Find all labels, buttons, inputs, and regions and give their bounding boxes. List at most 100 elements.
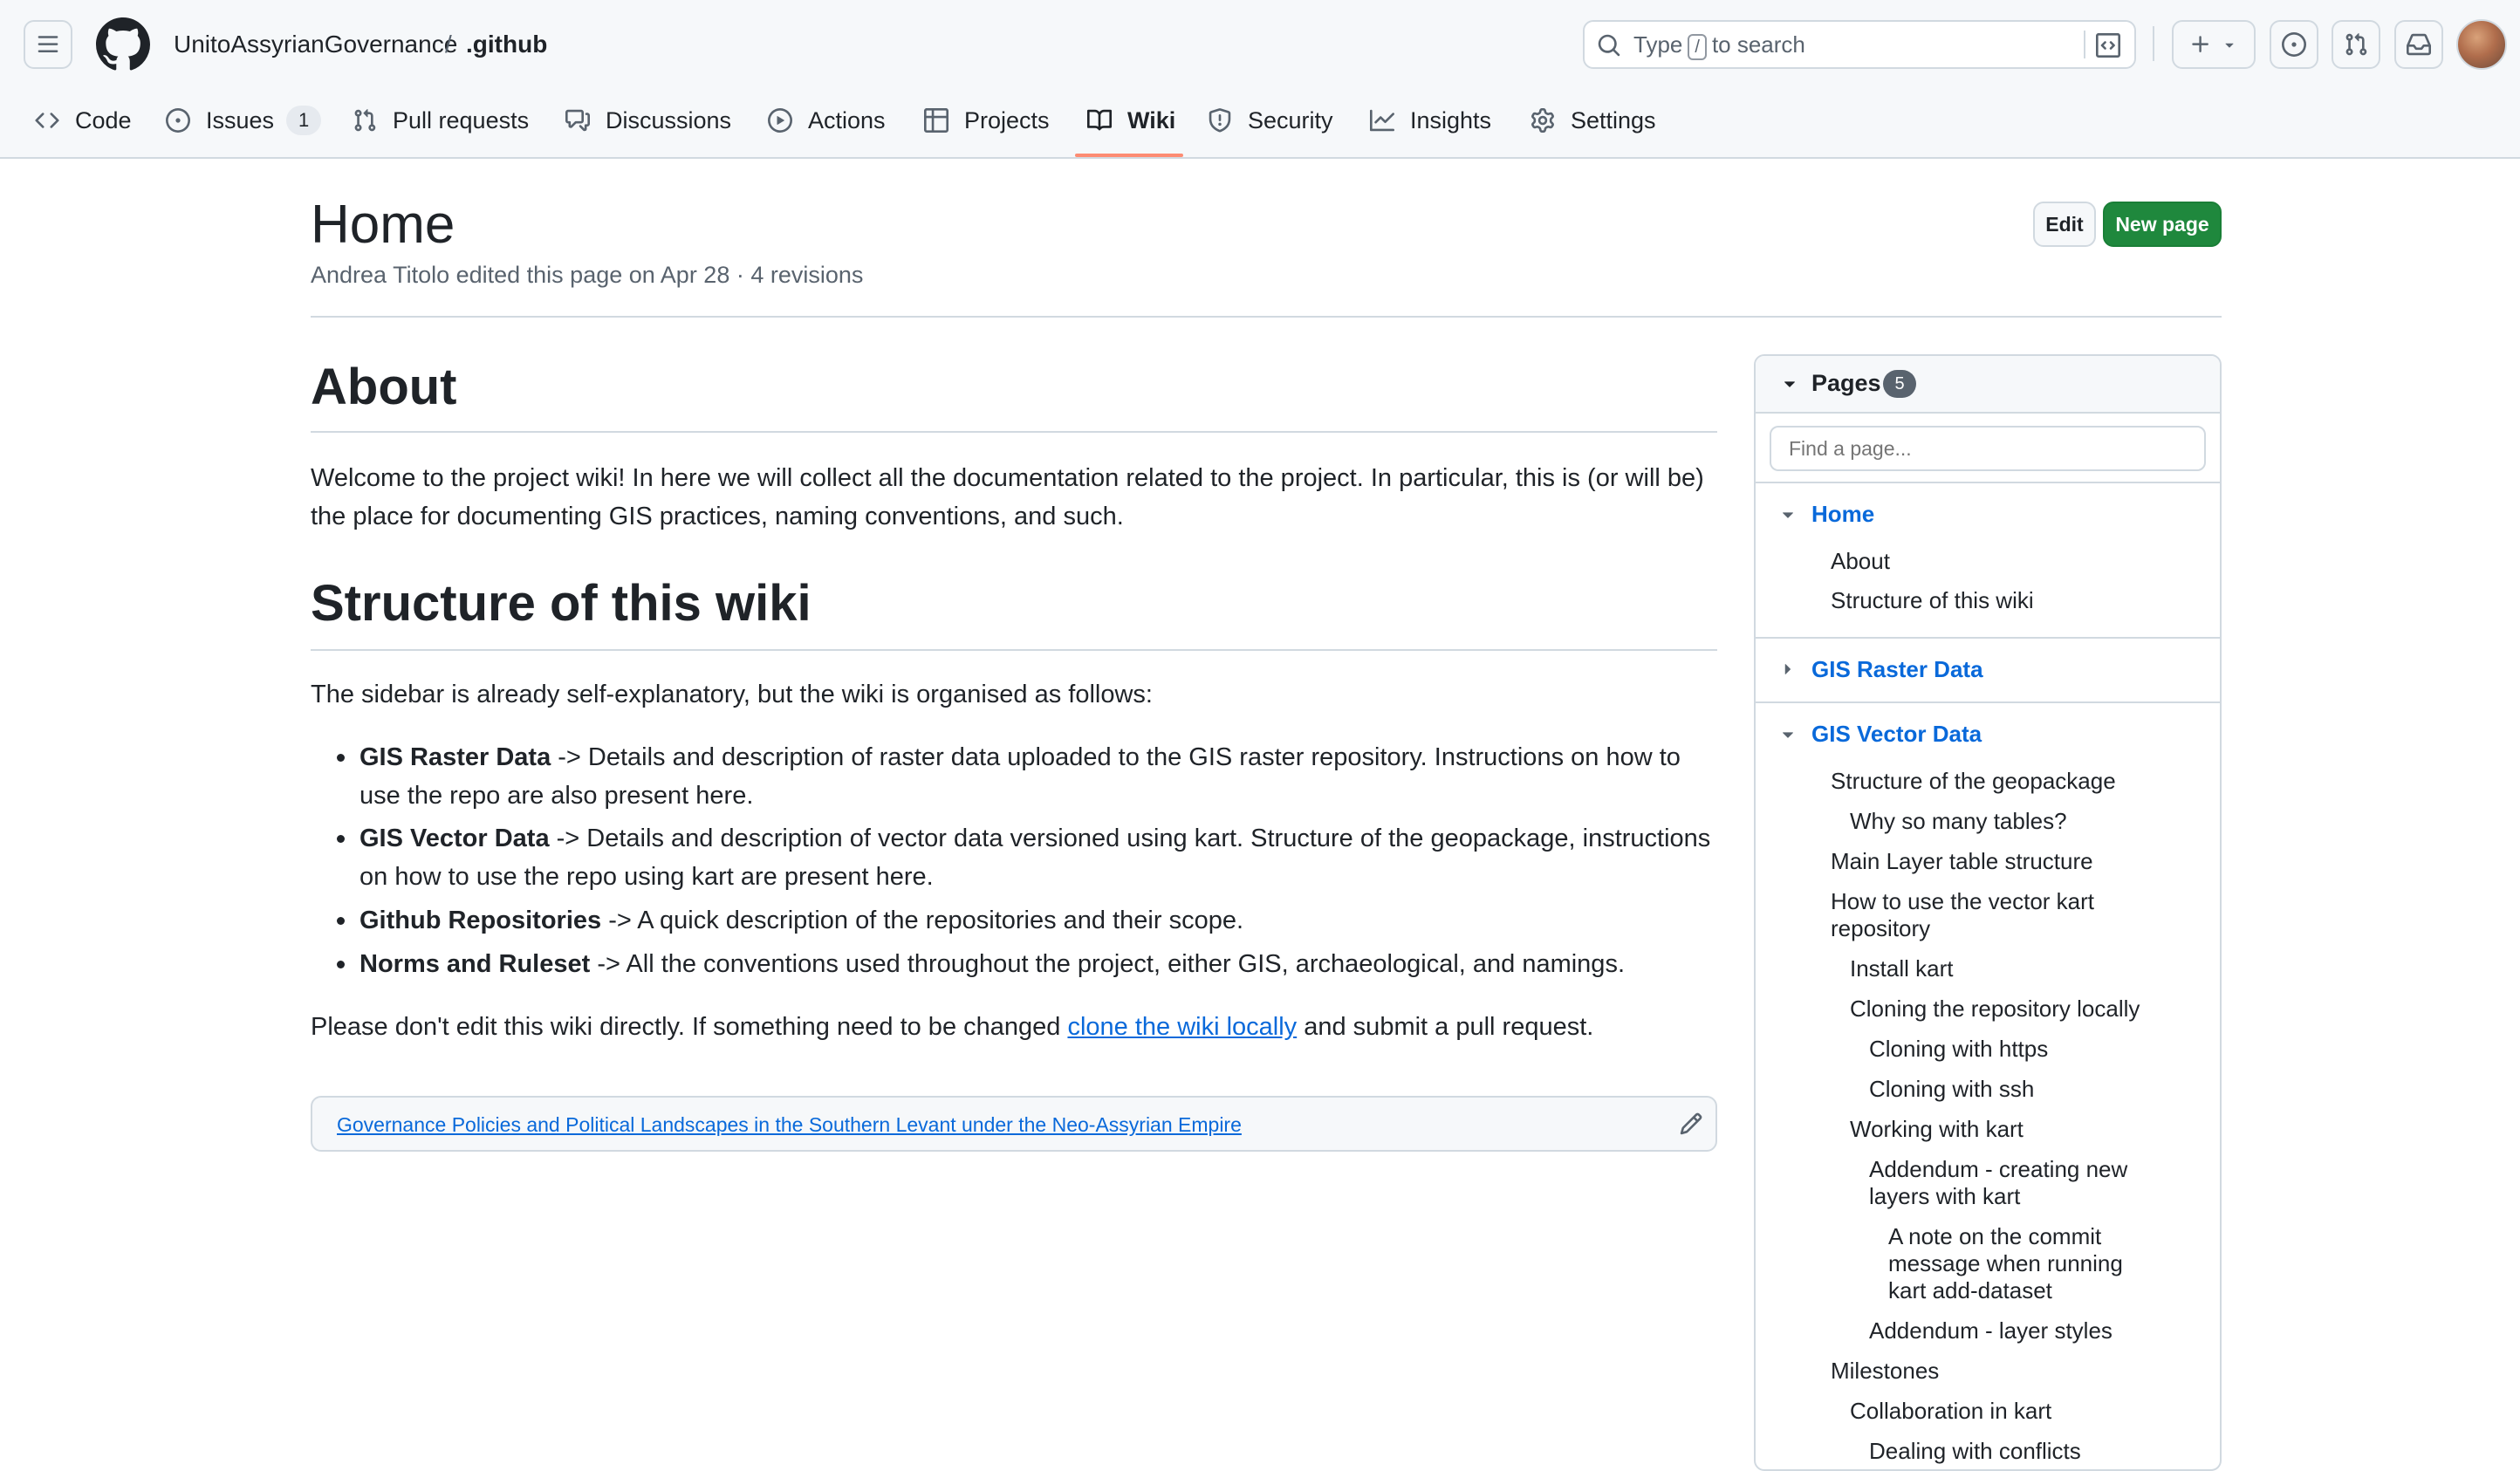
github-logo-icon[interactable] [96, 17, 150, 72]
footer-link[interactable]: Governance Policies and Political Landsc… [337, 1112, 1242, 1138]
tab-actions-label: Actions [808, 106, 886, 133]
create-new-button[interactable] [2172, 20, 2256, 69]
edit-note-before: Please don't edit this wiki directly. If… [311, 1013, 1068, 1041]
clone-wiki-link[interactable]: clone the wiki locally [1067, 1013, 1297, 1041]
command-palette-icon[interactable] [2096, 33, 2120, 58]
sidebar-section-link[interactable]: Milestones [1831, 1358, 1939, 1385]
issue-opened-icon [2282, 32, 2306, 57]
comment-discussion-icon [565, 109, 590, 132]
tab-security[interactable]: Security [1208, 101, 1333, 140]
tab-projects-label: Projects [964, 106, 1050, 133]
triangle-down-icon [1784, 381, 1795, 387]
sidebar-page-gis-raster[interactable]: GIS Raster Data [1811, 654, 1983, 684]
git-pull-request-icon [354, 109, 376, 132]
repo-name-link[interactable]: .github [466, 30, 547, 59]
list-bullet [337, 835, 345, 843]
list-bullet [337, 917, 345, 925]
sidebar-intro-paragraph: The sidebar is already self-explanatory,… [311, 681, 1153, 708]
tab-insights[interactable]: Insights [1370, 101, 1491, 140]
tab-insights-label: Insights [1410, 106, 1492, 133]
graph-icon [1370, 109, 1394, 132]
sidebar-section-link[interactable]: Cloning with ssh [1869, 1076, 2034, 1103]
table-icon [924, 108, 948, 133]
gear-icon [1531, 108, 1554, 133]
tab-discussions[interactable]: Discussions [565, 101, 731, 140]
welcome-paragraph: Welcome to the project wiki! In here we … [311, 464, 1704, 530]
edit-button[interactable]: Edit [2033, 202, 2096, 247]
triangle-right-icon[interactable] [1777, 658, 1799, 681]
inbox-icon [2407, 33, 2431, 56]
list-item-text: -> Details and description of raster dat… [360, 743, 1681, 810]
code-icon [35, 113, 59, 128]
sidebar-section-link[interactable]: Cloning the repository locally [1850, 995, 2140, 1023]
edit-note-paragraph: Please don't edit this wiki directly. If… [311, 1008, 1707, 1046]
tab-projects[interactable]: Projects [924, 101, 1050, 140]
list-item-term: GIS Raster Data [360, 743, 551, 771]
sidebar-section-link[interactable]: Collaboration in kart [1850, 1398, 2051, 1425]
list-bullet [337, 961, 345, 968]
pencil-icon[interactable] [1679, 1112, 1703, 1136]
plus-icon [2192, 36, 2208, 52]
sidebar-section-link[interactable]: Cloning with https [1869, 1036, 2048, 1063]
search-input[interactable]: Type / to search [1583, 20, 2136, 69]
sidebar-section-link[interactable]: About [1831, 548, 1890, 575]
wiki-footer: Governance Policies and Political Landsc… [311, 1096, 1717, 1152]
page-title: Home [311, 195, 455, 255]
sidebar-section-link[interactable]: kart add-dataset [1888, 1277, 2052, 1304]
sidebar-section-link[interactable]: Install kart [1850, 955, 1954, 982]
sidebar-section-link[interactable]: How to use the vector kart [1831, 888, 2094, 915]
sidebar-section-link[interactable]: Working with kart [1850, 1116, 2024, 1143]
edit-note-after: and submit a pull request. [1297, 1013, 1594, 1041]
pages-header[interactable]: Pages 5 [1756, 356, 2220, 414]
tab-pull-requests[interactable]: Pull requests [353, 101, 529, 140]
tab-issues[interactable]: Issues 1 [166, 101, 322, 140]
git-pull-request-icon [2345, 33, 2367, 56]
repo-owner-link[interactable]: UnitoAssyrianGovernance [174, 30, 457, 59]
sidebar-section-link[interactable]: layers with kart [1869, 1183, 2020, 1210]
issue-opened-icon [166, 108, 190, 133]
triangle-down-icon[interactable] [1777, 503, 1799, 525]
avatar[interactable] [2456, 19, 2507, 70]
sidebar-page-gis-vector[interactable]: GIS Vector Data [1811, 719, 1982, 749]
header-divider [2153, 26, 2154, 61]
list-item-text: -> Details and description of vector dat… [360, 824, 1711, 891]
sidebar-section-link[interactable]: Dealing with conflicts [1869, 1438, 2081, 1465]
shield-icon [1209, 108, 1231, 133]
sidebar-section-link[interactable]: Addendum - layer styles [1869, 1317, 2113, 1344]
tab-actions[interactable]: Actions [768, 101, 886, 140]
find-page-input[interactable] [1770, 426, 2206, 471]
sidebar-section-link[interactable]: message when running [1888, 1250, 2123, 1277]
tab-code[interactable]: Code [35, 101, 132, 140]
sidebar-page-home[interactable]: Home [1811, 499, 1874, 529]
tab-settings[interactable]: Settings [1530, 101, 1656, 140]
issues-button[interactable] [2270, 20, 2318, 69]
triangle-down-icon[interactable] [1777, 722, 1799, 745]
sidebar-section-link[interactable]: A note on the commit [1888, 1223, 2101, 1250]
pages-count-badge: 5 [1883, 370, 1916, 398]
tab-discussions-label: Discussions [606, 106, 732, 133]
list-item-term: Github Repositories [360, 907, 602, 934]
sidebar-section-link[interactable]: Structure of this wiki [1831, 587, 2034, 614]
heading-about: About [311, 359, 457, 415]
tab-settings-label: Settings [1571, 106, 1656, 133]
sidebar-section-link[interactable]: Why so many tables? [1850, 808, 2067, 835]
list-item: Github Repositories -> A quick descripti… [337, 901, 1721, 940]
sidebar-section-link[interactable]: Addendum - creating new [1869, 1156, 2127, 1183]
triangle-down-icon [2225, 43, 2234, 48]
search-icon [1598, 34, 1620, 57]
heading-divider [311, 316, 2222, 318]
breadcrumb-separator: / [445, 31, 452, 58]
sidebar-divider [1756, 637, 2220, 639]
list-item: Norms and Ruleset -> All the conventions… [337, 945, 1721, 983]
sidebar-section-link[interactable]: Main Layer table structure [1831, 848, 2093, 875]
tab-wiki[interactable]: Wiki [1087, 101, 1175, 140]
notifications-button[interactable] [2394, 20, 2443, 69]
sidebar-section-link[interactable]: repository [1831, 915, 1930, 942]
pull-requests-button[interactable] [2332, 20, 2380, 69]
heading-structure-rule [311, 649, 1717, 651]
tab-wiki-label: Wiki [1127, 106, 1176, 133]
new-page-button[interactable]: New page [2103, 202, 2222, 247]
search-shortcut-key: / [1688, 34, 1707, 60]
menu-button[interactable] [24, 20, 72, 69]
sidebar-section-link[interactable]: Structure of the geopackage [1831, 768, 2116, 795]
